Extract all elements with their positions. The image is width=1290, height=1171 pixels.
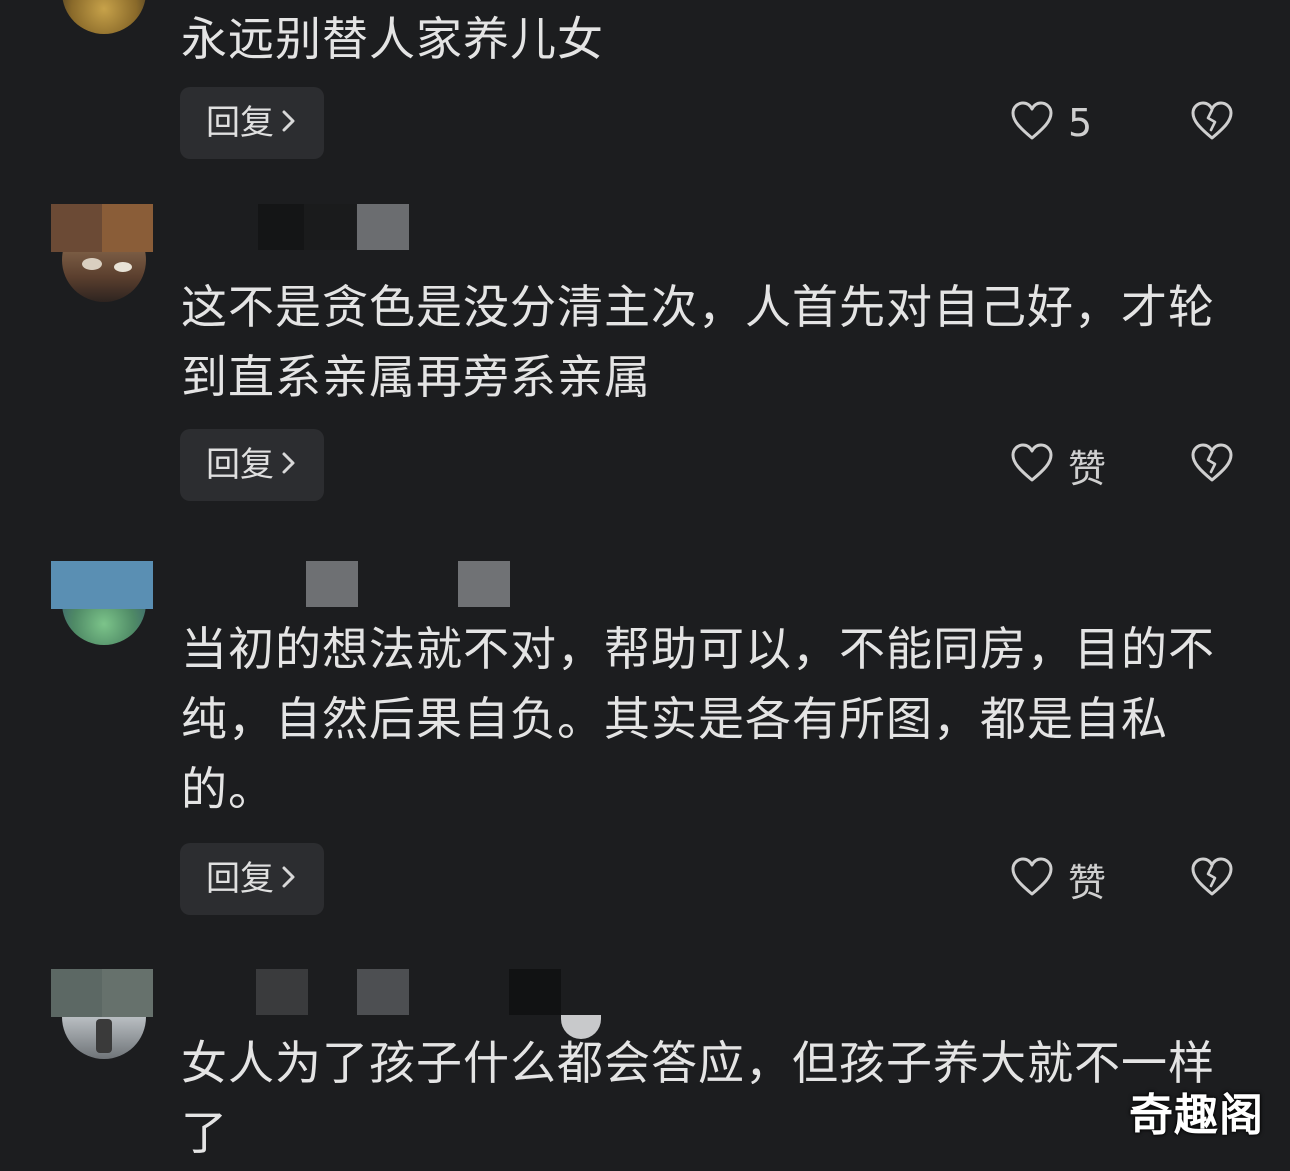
- reply-button[interactable]: 回复: [180, 87, 324, 159]
- broken-heart-icon: [1190, 857, 1234, 901]
- reply-label: 回复: [206, 859, 274, 899]
- comment-list: 永远别替人家养儿女 回复 5 这不是贪色是没分清主次，人首先对自己好，才轮 到直…: [0, 0, 1290, 1171]
- chevron-right-icon: [280, 845, 298, 917]
- comment-text: 永远别替人家养儿女: [181, 4, 1241, 74]
- dislike-button[interactable]: [1188, 87, 1236, 159]
- reply-button[interactable]: 回复: [180, 429, 324, 501]
- username-mosaic: [357, 204, 409, 250]
- heart-outline-icon: [1010, 443, 1054, 487]
- comment-line: 了: [181, 1106, 228, 1160]
- comment-line: 到直系亲属再旁系亲属: [181, 350, 651, 404]
- broken-heart-icon: [1190, 101, 1234, 145]
- username-mosaic: [509, 969, 561, 1015]
- like-label: 赞: [1068, 860, 1107, 905]
- heart-outline-icon: [1010, 101, 1054, 145]
- username-mosaic: [304, 204, 356, 250]
- comment-line: 纯，自然后果自负。其实是各有所图，都是自私: [181, 692, 1168, 746]
- comment-line: 当初的想法就不对，帮助可以，不能同房，目的不: [181, 622, 1215, 676]
- like-button[interactable]: 赞: [1010, 843, 1106, 915]
- username-mosaic: [306, 561, 358, 607]
- avatar[interactable]: [62, 0, 146, 34]
- comment-line: 这不是贪色是没分清主次，人首先对自己好，才轮: [181, 280, 1215, 334]
- dislike-button[interactable]: [1188, 429, 1236, 501]
- heart-outline-icon: [1010, 857, 1054, 901]
- avatar-mosaic: [51, 204, 153, 252]
- chevron-right-icon: [280, 89, 298, 161]
- like-button[interactable]: 赞: [1010, 429, 1106, 501]
- like-label: 赞: [1068, 446, 1107, 491]
- username-mosaic: [258, 204, 310, 250]
- avatar-mosaic: [51, 561, 153, 609]
- comment-text: 女人为了孩子什么都会答应，但孩子养大就不一样 了: [181, 1028, 1241, 1168]
- watermark: 奇趣阁: [1129, 1090, 1264, 1141]
- reply-button[interactable]: 回复: [180, 843, 324, 915]
- username-mosaic: [256, 969, 308, 1015]
- dislike-button[interactable]: [1188, 843, 1236, 915]
- comment-line: 永远别替人家养儿女: [181, 12, 604, 66]
- like-count: 5: [1068, 101, 1093, 145]
- chevron-right-icon: [280, 431, 298, 503]
- username-mosaic: [458, 561, 510, 607]
- reply-label: 回复: [206, 103, 274, 143]
- broken-heart-icon: [1190, 443, 1234, 487]
- comment-line: 女人为了孩子什么都会答应，但孩子养大就不一样: [181, 1036, 1215, 1090]
- comment-line: 的。: [181, 762, 275, 816]
- comment-text: 当初的想法就不对，帮助可以，不能同房，目的不 纯，自然后果自负。其实是各有所图，…: [181, 614, 1241, 824]
- username-mosaic: [357, 969, 409, 1015]
- reply-label: 回复: [206, 445, 274, 485]
- comment-text: 这不是贪色是没分清主次，人首先对自己好，才轮 到直系亲属再旁系亲属: [181, 272, 1241, 412]
- like-button[interactable]: 5: [1010, 87, 1092, 159]
- avatar-mosaic: [51, 969, 153, 1017]
